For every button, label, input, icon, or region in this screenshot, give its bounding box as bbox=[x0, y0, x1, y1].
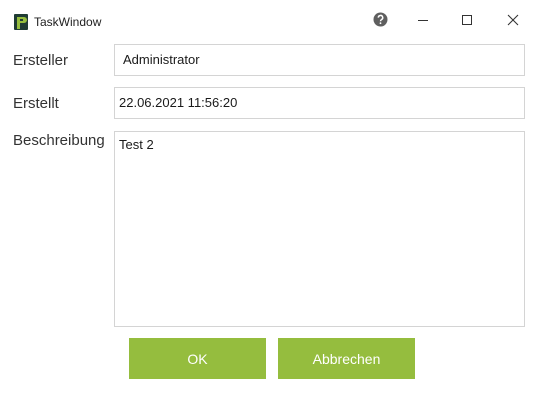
creator-field[interactable]: Administrator bbox=[114, 44, 525, 76]
title-bar: TaskWindow bbox=[0, 0, 546, 42]
help-button[interactable] bbox=[368, 10, 392, 34]
maximize-icon bbox=[461, 13, 473, 31]
created-date-field[interactable]: 22.06.2021 11:56:20 bbox=[114, 87, 525, 119]
creator-label: Ersteller bbox=[13, 52, 69, 69]
close-icon bbox=[507, 13, 519, 31]
window-title: TaskWindow bbox=[34, 15, 102, 29]
maximize-button[interactable] bbox=[455, 10, 479, 34]
task-window: TaskWindow Ersteller Administrator Erste… bbox=[0, 0, 546, 400]
minimize-icon bbox=[417, 13, 429, 31]
cancel-button[interactable]: Abbrechen bbox=[278, 338, 415, 379]
description-label: Beschreibung bbox=[13, 132, 105, 149]
app-logo-icon bbox=[13, 14, 29, 30]
description-textarea[interactable]: Test 2 bbox=[114, 131, 525, 327]
close-button[interactable] bbox=[501, 10, 525, 34]
help-icon bbox=[373, 12, 388, 32]
created-label: Erstellt bbox=[13, 95, 59, 112]
ok-button[interactable]: OK bbox=[129, 338, 266, 379]
minimize-button[interactable] bbox=[411, 10, 435, 34]
